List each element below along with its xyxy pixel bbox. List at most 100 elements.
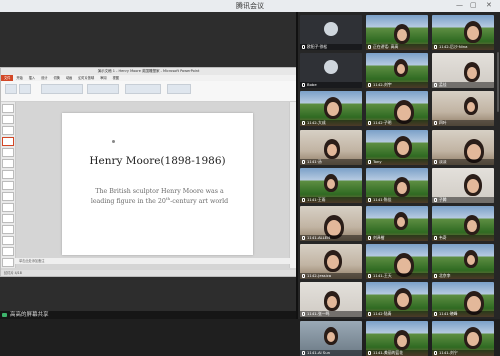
participant-face bbox=[327, 220, 341, 236]
participant-video bbox=[394, 135, 412, 158]
participant-face bbox=[467, 102, 475, 113]
participant-face bbox=[327, 102, 339, 117]
participant-name: 刘泽楷 bbox=[373, 235, 385, 240]
participant-tile[interactable]: 淡淡 bbox=[432, 129, 494, 165]
participant-tile[interactable]: 1142-Jessica bbox=[300, 244, 362, 280]
participant-tile[interactable]: 韦奇 bbox=[432, 206, 494, 241]
participant-name: 1141-ALLEN bbox=[307, 235, 331, 240]
participant-face bbox=[467, 26, 479, 40]
participant-tile[interactable]: Bobe bbox=[300, 53, 362, 89]
participant-tile[interactable]: 1141-Al Sun bbox=[300, 320, 362, 356]
slide-thumbnail[interactable] bbox=[2, 236, 14, 245]
share-status-label: 高高的屏幕共享 bbox=[10, 312, 49, 318]
participant-face bbox=[327, 331, 335, 342]
participant-namebar: 淡淡 bbox=[432, 158, 494, 165]
microphone-icon bbox=[302, 350, 305, 355]
participant-namebar: 北京李 bbox=[432, 273, 494, 280]
participant-tile[interactable]: 1141-刘宁 bbox=[432, 320, 494, 356]
participant-namebar: 1141-ALLEN bbox=[300, 235, 362, 241]
slide-thumbnail[interactable] bbox=[2, 258, 14, 267]
participant-tile[interactable]: 1141·陈佳 bbox=[366, 167, 428, 203]
paste-icon[interactable] bbox=[5, 84, 17, 94]
participant-name: 1141-张一鸣 bbox=[307, 311, 330, 317]
grid-scrollbar[interactable] bbox=[497, 52, 499, 112]
participant-video bbox=[324, 173, 338, 192]
slide-thumbnail[interactable] bbox=[2, 181, 14, 190]
participant-name: 1141·陈佳 bbox=[373, 196, 392, 202]
participant-tile[interactable]: 北京李 bbox=[432, 244, 494, 280]
participant-face bbox=[467, 331, 479, 346]
participant-name: 正在讲话: 高高 bbox=[373, 44, 399, 49]
slide-thumbnail[interactable] bbox=[2, 104, 14, 113]
drawing-box[interactable] bbox=[125, 84, 161, 94]
participant-tile[interactable]: Tony bbox=[366, 129, 428, 165]
slide-canvas[interactable]: Henry Moore(1898-1986) The British sculp… bbox=[62, 113, 253, 255]
participant-namebar: Bobe bbox=[300, 82, 362, 89]
slide-thumbnail[interactable] bbox=[2, 214, 14, 223]
participant-tile[interactable]: 1141·汤 bbox=[300, 129, 362, 165]
participant-video bbox=[394, 59, 408, 78]
participant-name: 1142·陆青 bbox=[373, 311, 392, 317]
minimize-icon[interactable]: — bbox=[456, 1, 463, 9]
participant-tile[interactable]: 孟佳 bbox=[432, 53, 494, 89]
participant-face bbox=[397, 140, 409, 155]
slide-thumbnails bbox=[1, 102, 16, 268]
slide-thumbnail[interactable] bbox=[2, 148, 14, 157]
participant-tile[interactable]: 欧阳子·徐松 bbox=[300, 15, 362, 50]
microphone-icon bbox=[434, 274, 437, 279]
slide-thumbnail-selected[interactable] bbox=[2, 137, 14, 146]
participant-video bbox=[464, 173, 482, 196]
new-slide-icon[interactable] bbox=[19, 84, 31, 94]
participant-namebar: 1141-美丽的蓝花 bbox=[366, 349, 428, 356]
ppt-scrollbar[interactable] bbox=[289, 102, 296, 268]
slide-thumbnail[interactable] bbox=[2, 159, 14, 168]
slide-body-text-end: -century art world bbox=[170, 198, 229, 206]
participant-face bbox=[327, 178, 335, 189]
participant-tile[interactable]: 1141-ALLEN bbox=[300, 206, 362, 241]
participant-tile[interactable]: 1141·王雨 bbox=[300, 167, 362, 203]
slide-thumbnail[interactable] bbox=[2, 247, 14, 256]
participant-tile[interactable]: 四叶 bbox=[432, 91, 494, 127]
participant-tile[interactable]: 1142·陆青 bbox=[366, 282, 428, 318]
slide-thumbnail[interactable] bbox=[2, 170, 14, 179]
notes-pane[interactable]: 单击此处添加备注 bbox=[15, 258, 290, 264]
participant-tile[interactable]: 1141·晓峰 bbox=[432, 282, 494, 318]
participant-tile[interactable]: 1141-美丽的蓝花 bbox=[366, 320, 428, 356]
slide-thumbnail[interactable] bbox=[2, 225, 14, 234]
participant-tile[interactable]: 1141-张一鸣 bbox=[300, 282, 362, 318]
participant-grid: 欧阳子·徐松 正在讲话: 高高 1142-后沙·Nina Bobe 1142-刘宇 孟佳 1… bbox=[298, 12, 500, 356]
slide-thumbnail[interactable] bbox=[2, 115, 14, 124]
microphone-icon bbox=[368, 197, 371, 202]
participant-name: 四叶 bbox=[439, 120, 447, 126]
microphone-icon bbox=[434, 312, 437, 317]
slide-body: The British sculptor Henry Moore was a l… bbox=[84, 187, 235, 206]
participant-tile[interactable]: 1142-大成 bbox=[300, 91, 362, 127]
slide-thumbnail[interactable] bbox=[2, 203, 14, 212]
participant-namebar: 1141-刘宁 bbox=[432, 349, 494, 356]
microphone-icon bbox=[368, 121, 371, 126]
slide-thumbnail[interactable] bbox=[2, 192, 14, 201]
participant-name: 欧阳子·徐松 bbox=[307, 44, 328, 49]
participant-tile[interactable]: 正在讲话: 高高 bbox=[366, 15, 428, 50]
participant-name: 孟佳 bbox=[439, 82, 447, 88]
microphone-icon bbox=[434, 236, 437, 240]
participant-namebar: 1141-Al Sun bbox=[300, 349, 362, 356]
participant-tile[interactable]: 1141-王天 bbox=[366, 244, 428, 280]
participant-tile[interactable]: 1142·子明 bbox=[366, 91, 428, 127]
participant-tile[interactable]: 子腾 bbox=[432, 167, 494, 203]
participant-tile[interactable]: 1142-后沙·Nina bbox=[432, 15, 494, 50]
paragraph-box[interactable] bbox=[87, 84, 119, 94]
slide-thumbnail[interactable] bbox=[2, 126, 14, 135]
participant-namebar: 刘泽楷 bbox=[366, 235, 428, 241]
font-box[interactable] bbox=[41, 84, 83, 94]
maximize-icon[interactable]: ▢ bbox=[470, 1, 477, 9]
participant-tile[interactable]: 刘泽楷 bbox=[366, 206, 428, 241]
close-icon[interactable]: ✕ bbox=[486, 1, 492, 9]
participant-video bbox=[324, 326, 338, 345]
signal-icon bbox=[2, 313, 7, 317]
microphone-icon bbox=[302, 312, 305, 317]
editing-box[interactable] bbox=[167, 84, 191, 94]
participant-tile[interactable]: 1142-刘宇 bbox=[366, 53, 428, 89]
participant-name: Bobe bbox=[307, 82, 317, 88]
participant-name: 1141·汤 bbox=[307, 158, 322, 164]
